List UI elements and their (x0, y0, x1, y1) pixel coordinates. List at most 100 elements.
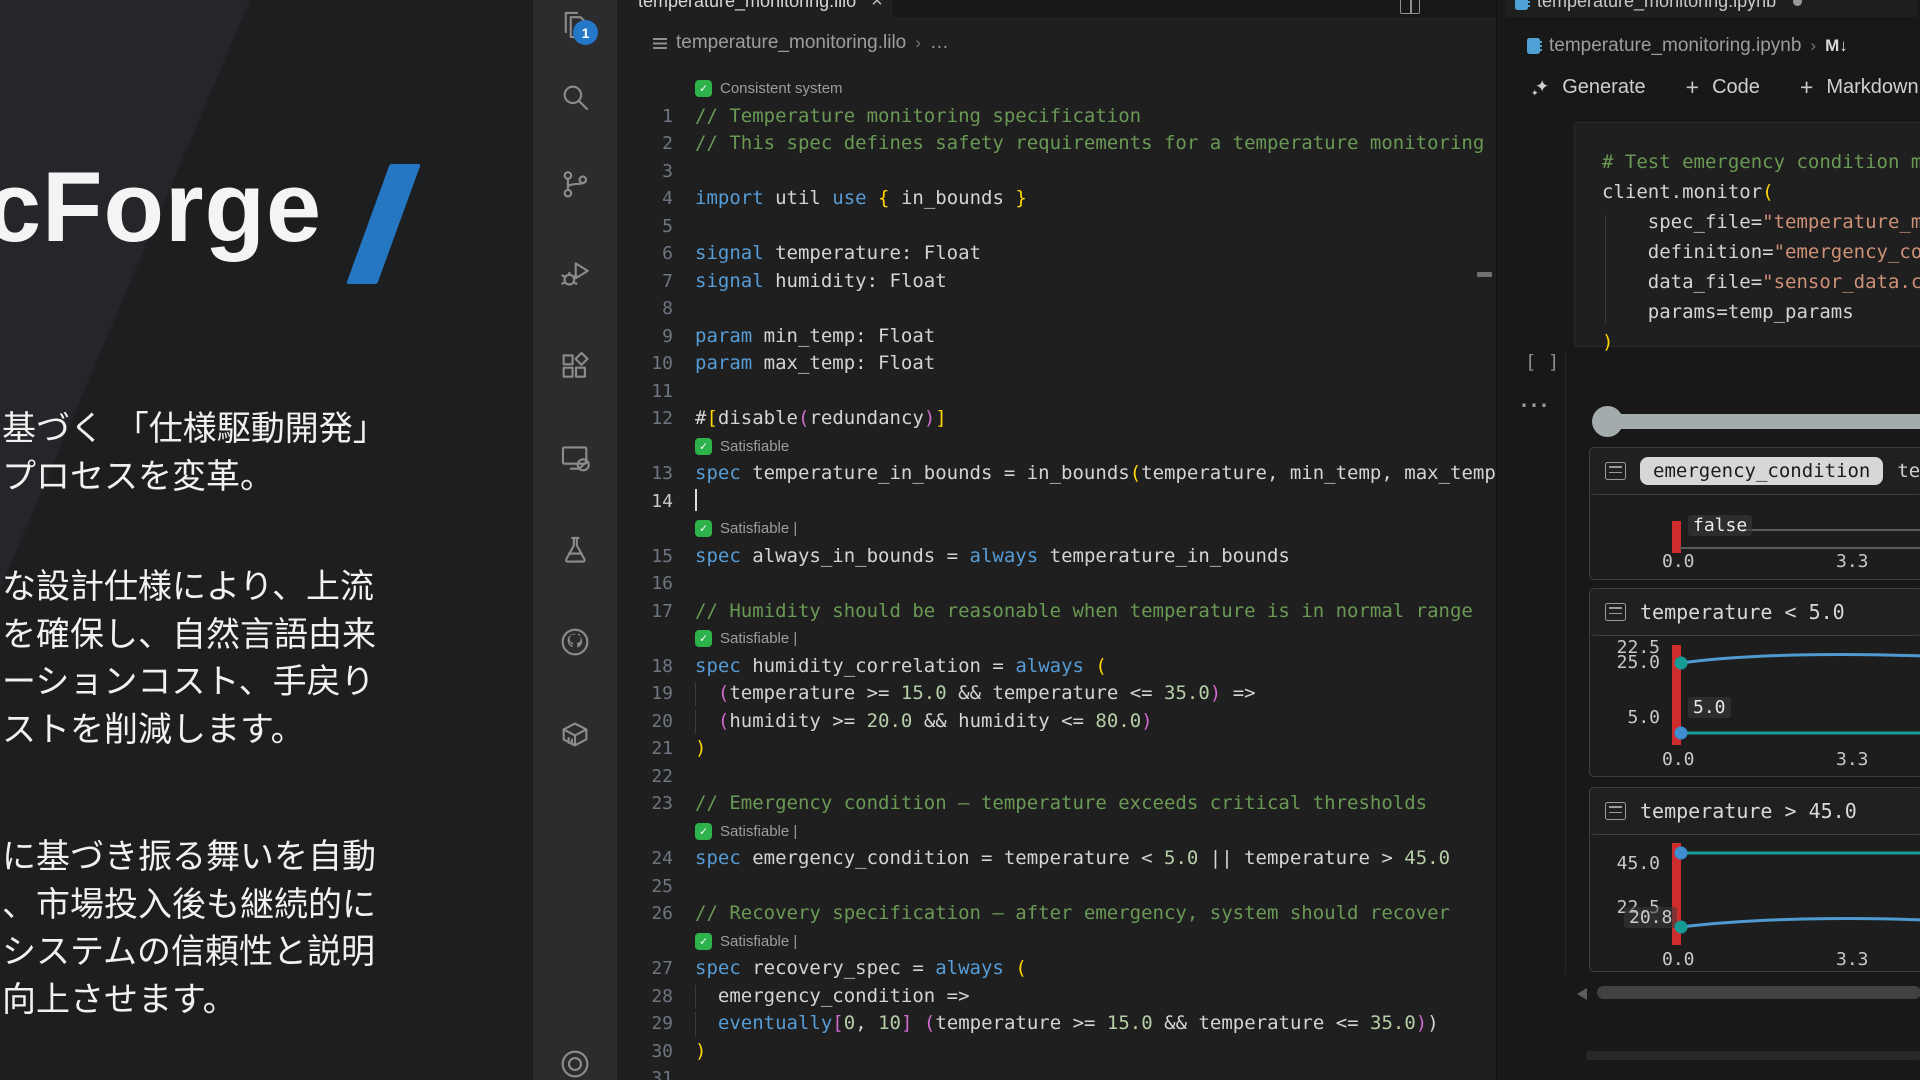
circle-partial-icon[interactable] (558, 1047, 592, 1080)
cell-actions-icon[interactable]: ⋯ (1519, 388, 1550, 423)
code-line-26[interactable]: 26// Recovery specification — after emer… (617, 900, 1496, 928)
code-line-7[interactable]: 7signal humidity: Float (617, 268, 1496, 296)
codelens[interactable]: ✓Consistent system (617, 75, 1496, 103)
line-number: 22 (617, 763, 673, 791)
code-line-25[interactable]: 25 (617, 873, 1496, 901)
codelens[interactable]: ✓Satisfiable | (617, 818, 1496, 846)
code-line-22[interactable]: 22 (617, 763, 1496, 791)
add-code-button[interactable]: Code (1712, 76, 1760, 99)
codelens-text: Satisfiable | (720, 928, 797, 956)
cell-code-line[interactable]: ) (1602, 327, 1920, 357)
breadcrumb-file[interactable]: temperature_monitoring.ipynb (1549, 35, 1801, 57)
code-line-12[interactable]: 12#[disable(redundancy)] (617, 405, 1496, 433)
line-number: 17 (617, 598, 673, 626)
notebook-code-cell[interactable]: # Test emergency condition monitoringcli… (1574, 122, 1920, 347)
cell-code-line[interactable]: params=temp_params (1602, 297, 1920, 327)
code-line-16[interactable]: 16 (617, 570, 1496, 598)
line-number: 20 (617, 708, 673, 736)
source-control-icon[interactable] (558, 167, 592, 201)
breadcrumb-markdown-cell[interactable]: M↓ (1825, 36, 1848, 56)
code-line-9[interactable]: 9param min_temp: Float (617, 323, 1496, 351)
notebook-tab-bar: temperature_monitoring.ipynb (1497, 0, 1920, 17)
cell-code-line[interactable]: # Test emergency condition monitoring (1602, 147, 1920, 177)
chip-temperature[interactable]: temperature (1897, 460, 1920, 482)
close-icon[interactable]: × (871, 0, 883, 13)
code-line-23[interactable]: 23// Emergency condition — temperature e… (617, 790, 1496, 818)
testing-flask-icon[interactable] (558, 533, 592, 567)
time-slider-track[interactable] (1609, 414, 1920, 429)
code-line-27[interactable]: 27spec recovery_spec = always ( (617, 955, 1496, 983)
codelens-text: Satisfiable | (720, 818, 797, 846)
code-line-2[interactable]: 2// This spec defines safety requirement… (617, 130, 1496, 158)
x-axis-tick: 3.3 (1836, 551, 1869, 572)
add-markdown-button[interactable]: Markdown (1826, 76, 1918, 99)
code-line-20[interactable]: 20 (humidity >= 20.0 && humidity <= 80.0… (617, 708, 1496, 736)
code-line-14[interactable]: 14 (617, 488, 1496, 516)
line-number: 2 (617, 130, 673, 158)
code-line-6[interactable]: 6signal temperature: Float (617, 240, 1496, 268)
scroll-left-arrow-icon[interactable] (1577, 988, 1587, 1000)
codelens[interactable]: ✓Satisfiable | (617, 928, 1496, 956)
extensions-icon[interactable] (558, 349, 592, 383)
container-icon[interactable] (558, 717, 592, 751)
code-line-28[interactable]: 28 emergency_condition => (617, 983, 1496, 1011)
breadcrumb[interactable]: temperature_monitoring.lilo › … (617, 28, 1496, 58)
check-icon: ✓ (695, 520, 712, 537)
code-line-13[interactable]: 13spec temperature_in_bounds = in_bounds… (617, 460, 1496, 488)
cell-code[interactable]: # Test emergency condition monitoringcli… (1602, 147, 1920, 357)
code-line-5[interactable]: 5 (617, 213, 1496, 241)
chip-emergency-condition[interactable]: emergency_condition (1640, 457, 1883, 485)
code-line-4[interactable]: 4import util use { in_bounds } (617, 185, 1496, 213)
tab-label: temperature_monitoring.ipynb (1537, 0, 1776, 12)
file-lines-icon (653, 38, 667, 49)
x-axis-tick: 3.3 (1836, 949, 1869, 970)
explorer-badge: 1 (573, 20, 598, 45)
code-line-19[interactable]: 19 (temperature >= 15.0 && temperature <… (617, 680, 1496, 708)
codelens-text: Consistent system (720, 75, 843, 103)
code-line-18[interactable]: 18spec humidity_correlation = always ( (617, 653, 1496, 681)
cell-code-line[interactable]: data_file="sensor_data.csv", (1602, 267, 1920, 297)
modified-dot-icon (1793, 0, 1802, 6)
codelens[interactable]: ✓Satisfiable (617, 433, 1496, 461)
generate-button[interactable]: Generate (1562, 76, 1645, 99)
codelens[interactable]: ✓Satisfiable | (617, 515, 1496, 543)
code-line-31[interactable]: 31 (617, 1065, 1496, 1080)
code-line-29[interactable]: 29 eventually[0, 10] (temperature >= 15.… (617, 1010, 1496, 1038)
breadcrumb-file[interactable]: temperature_monitoring.lilo (676, 32, 906, 54)
line-number: 14 (617, 488, 673, 516)
code-line-3[interactable]: 3 (617, 158, 1496, 186)
code-rows[interactable]: ✓Consistent system1// Temperature monito… (617, 75, 1496, 1080)
line-number: 8 (617, 295, 673, 323)
time-slider-handle[interactable] (1592, 406, 1623, 437)
search-icon[interactable] (558, 80, 592, 114)
code-line-17[interactable]: 17// Humidity should be reasonable when … (617, 598, 1496, 626)
line-number: 30 (617, 1038, 673, 1066)
github-icon[interactable] (558, 625, 592, 659)
line-number: 28 (617, 983, 673, 1011)
breadcrumb-more[interactable]: … (930, 32, 949, 54)
cell-code-line[interactable]: definition="emergency_condition", (1602, 237, 1920, 267)
run-debug-icon[interactable] (558, 257, 592, 291)
x-axis-tick: 3.3 (1836, 749, 1869, 770)
codelens[interactable]: ✓Satisfiable | (617, 625, 1496, 653)
code-line-15[interactable]: 15spec always_in_bounds = always tempera… (617, 543, 1496, 571)
cell-code-line[interactable]: spec_file="temperature_monitoring.lilo", (1602, 207, 1920, 237)
tab-temperature-monitoring-lilo[interactable]: temperature_monitoring.lilo × (617, 0, 892, 17)
code-line-11[interactable]: 11 (617, 378, 1496, 406)
code-line-10[interactable]: 10param max_temp: Float (617, 350, 1496, 378)
line-number: 11 (617, 378, 673, 406)
code-line-1[interactable]: 1// Temperature monitoring specification (617, 103, 1496, 131)
code-line-30[interactable]: 30) (617, 1038, 1496, 1066)
next-output-edge (1586, 1051, 1920, 1060)
notebook-breadcrumb[interactable]: temperature_monitoring.ipynb › M↓ (1497, 32, 1920, 60)
split-editor-icon[interactable] (1400, 0, 1420, 14)
code-line-24[interactable]: 24spec emergency_condition = temperature… (617, 845, 1496, 873)
panel-icon (1605, 802, 1626, 820)
horizontal-scrollbar[interactable] (1597, 986, 1920, 999)
tab-temperature-monitoring-ipynb[interactable]: temperature_monitoring.ipynb (1505, 0, 1917, 17)
line-number: 29 (617, 1010, 673, 1038)
remote-explorer-icon[interactable] (558, 441, 592, 475)
cell-code-line[interactable]: client.monitor( (1602, 177, 1920, 207)
code-line-8[interactable]: 8 (617, 295, 1496, 323)
code-line-21[interactable]: 21) (617, 735, 1496, 763)
